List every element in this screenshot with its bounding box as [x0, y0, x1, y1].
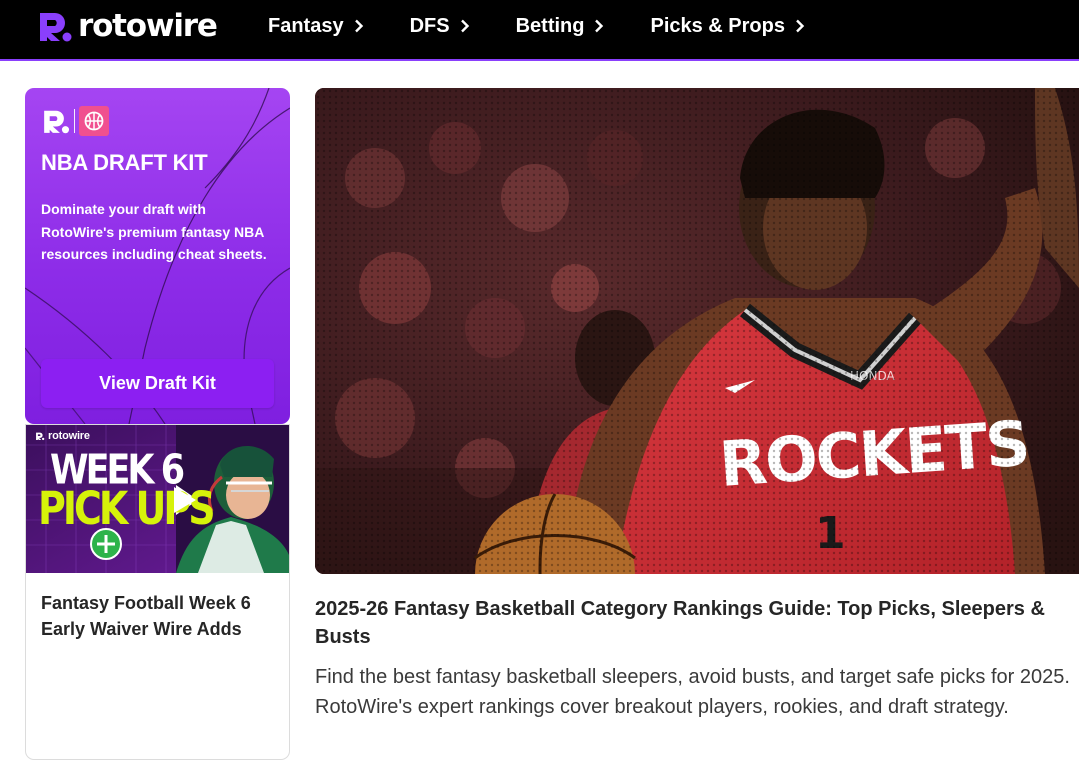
- promo-title: NBA DRAFT KIT: [41, 150, 208, 175]
- nav-item-label: Betting: [515, 14, 585, 37]
- rotowire-logo[interactable]: rotowire: [36, 8, 218, 44]
- nav-item-label: Picks & Props: [650, 14, 785, 37]
- nav-item-label: Fantasy: [268, 14, 344, 37]
- top-navigation-bar: rotowire Fantasy DFS Betting Picks & Pro…: [0, 0, 1079, 61]
- chevron-right-icon: [460, 19, 469, 33]
- main-article-title[interactable]: 2025-26 Fantasy Basketball Category Rank…: [315, 595, 1075, 651]
- thumbnail-brand-text: rotowire: [48, 430, 90, 442]
- thumbnail-brand: rotowire: [35, 430, 90, 442]
- main-article-description: Find the best fantasy basketball sleeper…: [315, 666, 1070, 718]
- promo-badge: [41, 106, 109, 136]
- side-article-card[interactable]: rotowire WEEK 6 PICK UPS Fantasy Footbal…: [25, 424, 290, 760]
- badge-divider: [74, 109, 75, 133]
- promo-description: Dominate your draft with RotoWire's prem…: [41, 201, 267, 262]
- nba-draft-kit-promo: NBA DRAFT KIT Dominate your draft with R…: [25, 88, 290, 424]
- nav-item-betting[interactable]: Betting: [516, 12, 605, 40]
- basketball-player-photo: ROCKETS HONDA 1: [315, 88, 1079, 574]
- nav-item-label: DFS: [409, 14, 450, 37]
- logo-wordmark: rotowire: [78, 8, 218, 44]
- rotowire-logo-icon: [40, 13, 72, 42]
- chevron-right-icon: [595, 19, 604, 33]
- rotowire-logo-icon: [44, 110, 70, 134]
- article-thumbnail[interactable]: rotowire WEEK 6 PICK UPS: [26, 425, 289, 573]
- main-nav: Fantasy DFS Betting Picks & Props: [268, 12, 851, 40]
- nav-item-dfs[interactable]: DFS: [410, 12, 470, 40]
- chevron-right-icon: [354, 19, 363, 33]
- nav-item-picks-props[interactable]: Picks & Props: [650, 12, 805, 40]
- rotowire-logo-icon: [36, 432, 45, 441]
- main-article-image[interactable]: ROCKETS HONDA 1: [315, 88, 1079, 574]
- view-draft-kit-button[interactable]: View Draft Kit: [41, 359, 274, 408]
- basketball-icon: [84, 111, 104, 131]
- basketball-badge: [79, 106, 109, 136]
- play-icon: [174, 487, 196, 513]
- nav-item-fantasy[interactable]: Fantasy: [268, 12, 364, 40]
- side-article-title[interactable]: Fantasy Football Week 6 Early Waiver Wir…: [41, 590, 277, 642]
- chevron-right-icon: [796, 19, 805, 33]
